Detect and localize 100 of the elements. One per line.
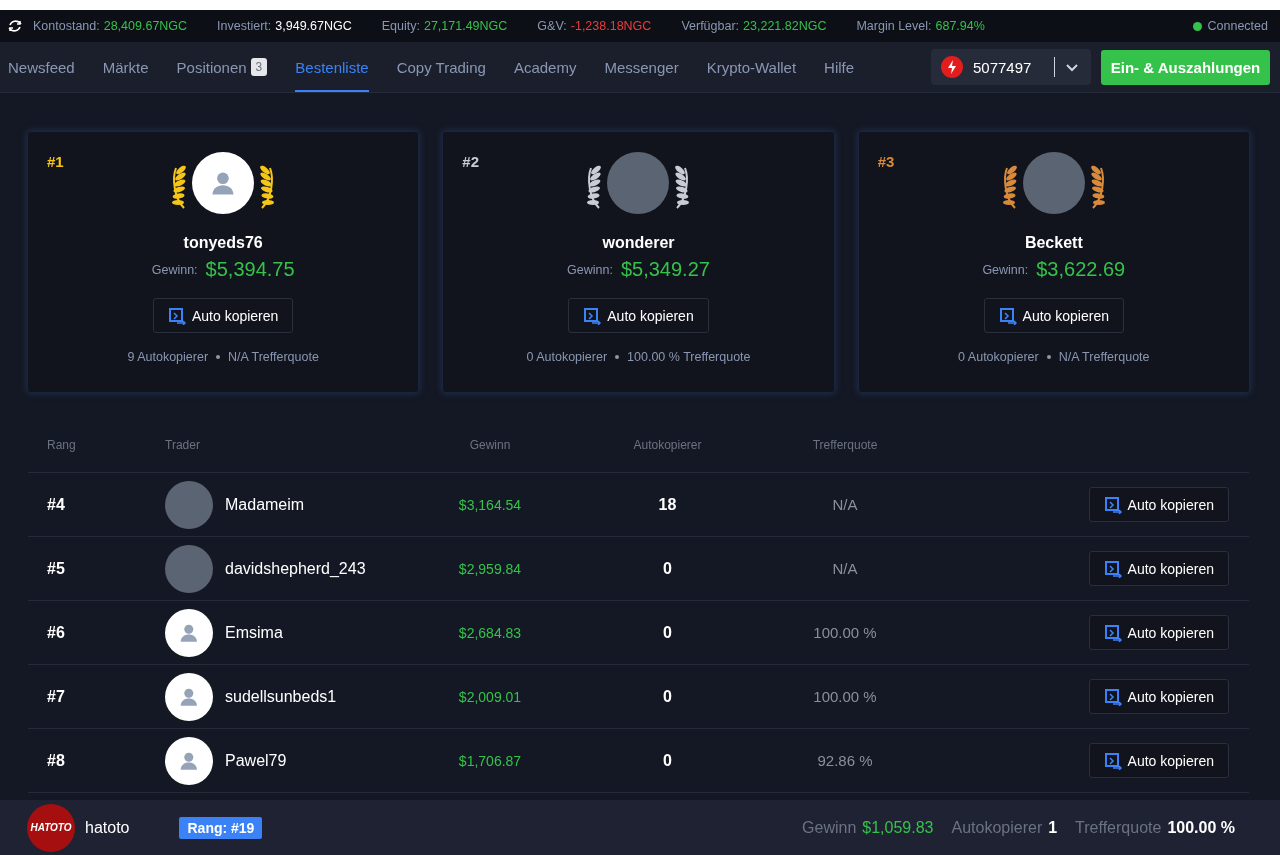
stat-value: 3,949.67NGC: [275, 19, 352, 33]
copy-icon: [1103, 687, 1122, 706]
nav-tab[interactable]: Märkte: [102, 42, 149, 92]
stat-label: Investiert:: [217, 19, 272, 33]
copy-icon: [167, 306, 186, 325]
nav-tab[interactable]: Academy: [513, 42, 577, 92]
stat-value: $1,059.83: [862, 818, 934, 837]
trader-name: wonderer: [602, 234, 675, 252]
rank-badge: Rang: #19: [179, 816, 263, 839]
refresh-icon: [7, 18, 23, 34]
trader-name: Pawel79: [225, 751, 287, 770]
stat-value: 1: [1048, 818, 1058, 837]
logo-avatar: HATOTO: [27, 803, 75, 852]
copier-cell: 0: [663, 623, 672, 642]
rank-cell-text: #6: [47, 623, 66, 642]
copy-icon: [1103, 559, 1122, 578]
copier-count: 9 Autokopierer: [127, 350, 209, 364]
stat-label: Autokopierer: [951, 818, 1043, 837]
copier-cell: 0: [663, 559, 672, 578]
stat-label: Equity:: [381, 19, 420, 33]
stat-value: -1,238.18NGC: [570, 19, 652, 33]
account-number: 5077497: [973, 58, 1033, 76]
stat-value: 23,221.82NGC: [743, 19, 827, 33]
profit-cell: $2,684.83: [458, 624, 522, 641]
column-header: Gewinn: [469, 438, 511, 452]
nav-tab[interactable]: Messenger: [604, 42, 679, 92]
hit-rate: 100.00 % Trefferquote: [627, 350, 751, 364]
stat-label: Margin Level:: [856, 19, 932, 33]
stat-value: 100.00 %: [1167, 818, 1235, 837]
hit-rate-cell: N/A: [832, 560, 858, 577]
trader-name: tonyeds76: [183, 234, 263, 252]
rank-label: #3: [877, 153, 895, 170]
trader-name: davidshepherd_243: [225, 559, 366, 578]
copy-icon: [1103, 495, 1122, 514]
rank-cell-text: #4: [47, 495, 66, 514]
rank-cell-text: #7: [47, 687, 66, 706]
rank-cell-text: #5: [47, 559, 66, 578]
copier-cell: 0: [663, 687, 672, 706]
trader-name: Beckett: [1024, 234, 1083, 252]
nav-tab[interactable]: Bestenliste: [295, 42, 369, 92]
profit-label: Gewinn:: [567, 262, 613, 277]
stat-label: Verfügbar:: [681, 19, 740, 33]
hit-rate: N/A Trefferquote: [1058, 350, 1150, 364]
copy-icon: [1103, 751, 1122, 770]
auto-copy-button[interactable]: Auto kopieren: [568, 298, 709, 333]
stat-label: Kontostand:: [33, 19, 100, 33]
auto-copy-button[interactable]: Auto kopieren: [1088, 743, 1229, 778]
rank-label: #1: [47, 153, 64, 170]
stat-label: Gewinn: [802, 818, 857, 837]
chevron-down-icon: [1065, 62, 1079, 72]
lightning-icon: [941, 56, 963, 78]
hit-rate: N/A Trefferquote: [228, 350, 319, 364]
column-header: Autokopierer: [633, 438, 702, 452]
nav-tab[interactable]: Copy Trading: [396, 42, 486, 92]
hit-rate-cell: 100.00 %: [813, 624, 877, 641]
nav-tab[interactable]: Hilfe: [824, 42, 855, 92]
user-name: hatoto: [85, 818, 130, 837]
stat-value: 27,171.49NGC: [423, 19, 508, 33]
stat-value: 687.94%: [935, 19, 985, 33]
account-selector[interactable]: 5077497: [931, 49, 1091, 85]
hit-rate-cell: N/A: [832, 496, 858, 513]
copier-count: 0 Autokopierer: [526, 350, 608, 364]
connection-status: Connected: [1207, 19, 1268, 33]
copy-icon: [583, 306, 602, 325]
nav-tab[interactable]: Positionen 3: [176, 42, 268, 92]
stat-label: Trefferquote: [1075, 818, 1162, 837]
count-badge: 3: [250, 58, 268, 76]
copy-icon: [1103, 623, 1122, 642]
nav-tab[interactable]: Krypto-Wallet: [706, 42, 797, 92]
trader-name: Madameim: [225, 495, 305, 514]
profit-cell: $2,009.01: [458, 688, 522, 705]
copier-cell: 0: [663, 751, 672, 770]
trader-name: sudellsunbeds1: [225, 687, 337, 706]
auto-copy-button[interactable]: Auto kopieren: [983, 298, 1124, 333]
copier-cell: 18: [658, 495, 677, 514]
hit-rate-cell: 100.00 %: [813, 688, 877, 705]
rank-label: #2: [462, 153, 479, 170]
nav-tab[interactable]: Newsfeed: [8, 42, 75, 92]
rank-cell-text: #8: [47, 751, 66, 770]
hit-rate-cell: 92.86 %: [817, 752, 873, 769]
auto-copy-button[interactable]: Auto kopieren: [1088, 679, 1229, 714]
column-header: Trader: [165, 438, 201, 452]
profit-value: $3,622.69: [1036, 258, 1126, 281]
column-header: Trefferquote: [812, 438, 878, 452]
copier-count: 0 Autokopierer: [958, 350, 1039, 364]
auto-copy-button[interactable]: Auto kopieren: [152, 298, 294, 333]
profit-value: $5,394.75: [205, 258, 295, 281]
profit-cell: $1,706.87: [458, 752, 522, 769]
profit-label: Gewinn:: [151, 262, 198, 277]
auto-copy-button[interactable]: Auto kopieren: [1088, 487, 1229, 522]
profit-label: Gewinn:: [982, 262, 1029, 277]
profit-cell: $3,164.54: [458, 496, 522, 513]
copy-icon: [998, 306, 1017, 325]
profit-cell: $2,959.84: [458, 560, 522, 577]
trader-name: Emsima: [225, 623, 283, 642]
stat-value: 28,409.67NGC: [103, 19, 188, 33]
profit-value: $5,349.27: [620, 258, 710, 281]
column-header: Rang: [47, 438, 77, 452]
auto-copy-button[interactable]: Auto kopieren: [1088, 551, 1229, 586]
auto-copy-button[interactable]: Auto kopieren: [1088, 615, 1229, 650]
